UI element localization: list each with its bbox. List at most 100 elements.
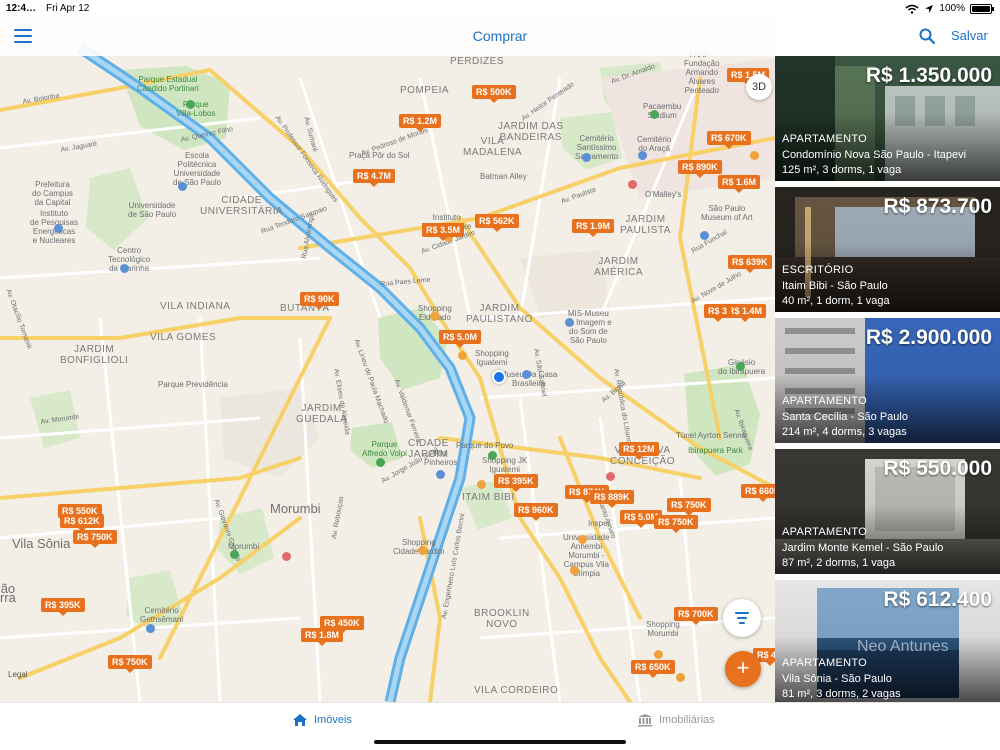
price-pin[interactable]: R$ 1.8M xyxy=(301,628,344,646)
location-arrow-icon xyxy=(925,4,934,13)
price-pin[interactable]: R$ 1.6M xyxy=(718,175,761,193)
map-poi-marker[interactable] xyxy=(54,224,63,233)
price-pin[interactable]: R$ 960K xyxy=(514,503,558,521)
home-indicator xyxy=(374,740,626,744)
listing-price: R$ 2.900.000 xyxy=(865,326,992,349)
map-label-vila-sonia: Vila Sônia xyxy=(12,536,71,551)
menu-icon[interactable] xyxy=(14,29,32,43)
map-poi-marker[interactable] xyxy=(565,318,574,327)
price-pin[interactable]: R$ 5.0M xyxy=(439,330,482,348)
3d-toggle-button[interactable]: 3D xyxy=(746,74,772,100)
price-pin[interactable]: R$ 500K xyxy=(472,85,516,103)
price-pin[interactable]: R$ 750K xyxy=(654,515,698,533)
price-pin[interactable]: R$ 650K xyxy=(631,660,675,678)
price-pin[interactable]: R$ 750K xyxy=(73,530,117,548)
listing-details: 125 m², 3 dorms, 1 vaga xyxy=(782,164,902,176)
status-time: 12:4… xyxy=(6,3,37,14)
price-pin[interactable]: R$ 562K xyxy=(475,214,519,232)
map-poi-marker[interactable] xyxy=(458,351,467,360)
map-label-sao-paulo-museum: São Paulo Museum of Art xyxy=(701,204,753,222)
legal-link[interactable]: Legal xyxy=(8,670,28,679)
price-pin[interactable]: R$ 660K xyxy=(741,484,775,502)
map-poi-marker[interactable] xyxy=(376,458,385,467)
listing-card[interactable]: R$ 2.900.000 APARTAMENTO Santa Cecília -… xyxy=(775,318,1000,443)
map-poi-marker[interactable] xyxy=(750,151,759,160)
listing-price: R$ 1.350.000 xyxy=(865,64,992,87)
tab-imobiliarias[interactable]: Imobiliárias xyxy=(637,713,715,727)
map-label-itaim-bibi: ITAIM BIBI xyxy=(462,492,515,503)
listing-card[interactable]: R$ 873.700 ESCRITÓRIO Itaim Bibi - São P… xyxy=(775,187,1000,312)
price-pin[interactable]: R$ 1.9M xyxy=(572,219,615,237)
map-label-cidade-universitaria: CIDADE UNIVERSITÁRIA xyxy=(200,195,284,217)
map-poi-marker[interactable] xyxy=(606,472,615,481)
listing-type: ESCRITÓRIO xyxy=(782,264,854,276)
listing-price: R$ 873.700 xyxy=(883,195,992,218)
map-poi-marker[interactable] xyxy=(638,151,647,160)
map-label-vila-cordeiro: VILA CORDEIRO xyxy=(474,685,559,696)
map-poi-marker[interactable] xyxy=(488,451,497,460)
map-poi-marker[interactable] xyxy=(146,624,155,633)
map-label-vila-gomes: VILA GOMES xyxy=(150,332,217,343)
map-poi-marker[interactable] xyxy=(736,362,745,371)
map-poi-marker[interactable] xyxy=(676,673,685,682)
price-pin[interactable]: R$ 750K xyxy=(108,655,152,673)
map-poi-marker[interactable] xyxy=(120,264,129,273)
map-label-parque-alfredo: Parque Alfredo Volpi xyxy=(362,440,407,458)
map-label-tunel: Túnel Ayrton Senna xyxy=(676,431,747,440)
price-pin[interactable]: R$ 12M xyxy=(619,442,659,460)
listing-details: 214 m², 4 dorms, 3 vagas xyxy=(782,426,907,438)
map-poi-marker[interactable] xyxy=(628,180,637,189)
map-poi-marker[interactable] xyxy=(418,546,427,555)
price-pin[interactable]: R$ 395K xyxy=(494,474,538,492)
map-poi-marker[interactable] xyxy=(522,370,531,379)
listing-panel[interactable]: R$ 1.350.000 APARTAMENTO Condomínio Nova… xyxy=(775,56,1000,705)
map-poi-marker[interactable] xyxy=(654,650,663,659)
listing-card[interactable]: R$ 612.400 Neo Antunes APARTAMENTO Vila … xyxy=(775,580,1000,705)
page-title: Comprar xyxy=(472,28,528,44)
map-poi-marker[interactable] xyxy=(582,153,591,162)
listing-price: R$ 612.400 xyxy=(883,588,992,611)
map-poi-marker[interactable] xyxy=(430,312,439,321)
add-button[interactable]: + xyxy=(725,651,761,687)
map-poi-marker[interactable] xyxy=(186,100,195,109)
price-pin[interactable]: R$ 670K xyxy=(707,131,751,149)
listing-type: APARTAMENTO xyxy=(782,657,867,669)
price-pin[interactable]: R$ 395K xyxy=(41,598,85,616)
map-poi-marker[interactable] xyxy=(700,231,709,240)
map-label-faap: FAAP - Fundação Armando Álvares Penteado xyxy=(684,50,720,95)
price-pin[interactable]: R$ 750K xyxy=(667,498,711,516)
filter-button[interactable] xyxy=(723,599,761,637)
map-view[interactable]: Parque Estadual Cândido Portinari Parque … xyxy=(0,18,775,702)
map-label-parque-villa-lobos: Parque Villa-Lobos xyxy=(176,100,216,118)
price-pin[interactable]: R$ 90K xyxy=(300,292,339,310)
listing-card[interactable]: R$ 1.350.000 APARTAMENTO Condomínio Nova… xyxy=(775,56,1000,181)
save-button[interactable]: Salvar xyxy=(951,28,988,43)
map-poi-marker[interactable] xyxy=(477,480,486,489)
price-pin[interactable]: R$ 890K xyxy=(678,160,722,178)
battery-icon xyxy=(970,3,994,14)
map-poi-marker[interactable] xyxy=(436,470,445,479)
map-poi-marker[interactable] xyxy=(282,552,291,561)
map-poi-marker[interactable] xyxy=(230,550,239,559)
map-label-jardim-america: JARDIM AMÉRICA xyxy=(594,256,644,278)
price-pin[interactable]: R$ 639K xyxy=(728,255,772,273)
listing-details: 87 m², 2 dorms, 1 vaga xyxy=(782,557,896,569)
price-pin[interactable]: R$ 700K xyxy=(674,607,718,625)
price-pin[interactable]: R$ 1.2M xyxy=(399,114,442,132)
tab-imoveis[interactable]: Imóveis xyxy=(292,713,352,727)
price-pin[interactable]: R$ 3 xyxy=(704,304,732,322)
battery-level xyxy=(972,5,990,12)
map-poi-marker[interactable] xyxy=(178,182,187,191)
listing-card[interactable]: R$ 550.000 APARTAMENTO Jardim Monte Keme… xyxy=(775,449,1000,574)
price-pin[interactable]: R$ 3.5M xyxy=(422,223,465,241)
map-poi-marker[interactable] xyxy=(650,110,659,119)
price-pin[interactable]: R$ 612K xyxy=(60,514,104,532)
price-pin[interactable]: R$ 4.7M xyxy=(353,169,396,187)
map-label-jardim-paulista: JARDIM PAULISTA xyxy=(620,214,671,236)
price-pin[interactable]: R$ 889K xyxy=(590,490,634,508)
search-icon[interactable] xyxy=(918,27,936,45)
map-poi-marker[interactable] xyxy=(578,535,587,544)
map-poi-marker[interactable] xyxy=(570,566,579,575)
map-label-prefeitura: Prefeitura do Campus da Capital xyxy=(32,180,73,207)
listing-details: 81 m², 3 dorms, 2 vagas xyxy=(782,688,901,700)
